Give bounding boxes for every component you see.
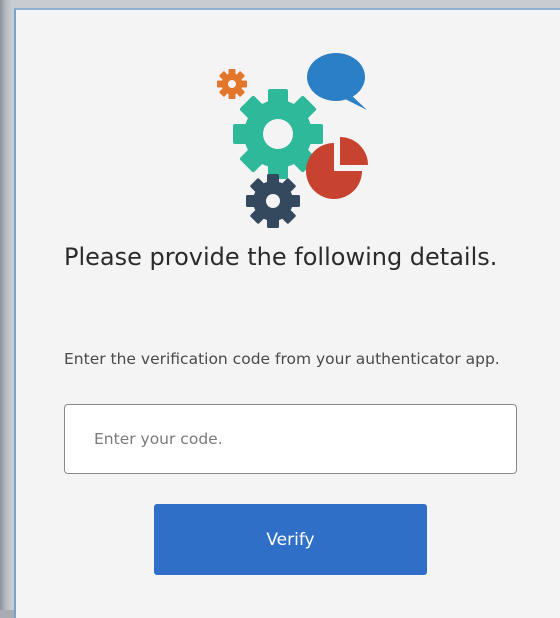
page-title: Please provide the following details. bbox=[64, 243, 498, 271]
pie-chart-icon bbox=[306, 137, 368, 199]
verify-button[interactable]: Verify bbox=[154, 504, 427, 575]
speech-bubble-icon bbox=[307, 53, 367, 110]
dark-gear-icon bbox=[246, 174, 300, 228]
small-gear-icon bbox=[217, 69, 247, 99]
settings-illustration bbox=[217, 53, 368, 228]
verification-dialog: Please provide the following details. En… bbox=[14, 8, 560, 618]
verification-code-input[interactable] bbox=[64, 404, 517, 474]
verification-instruction: Enter the verification code from your au… bbox=[64, 350, 500, 368]
